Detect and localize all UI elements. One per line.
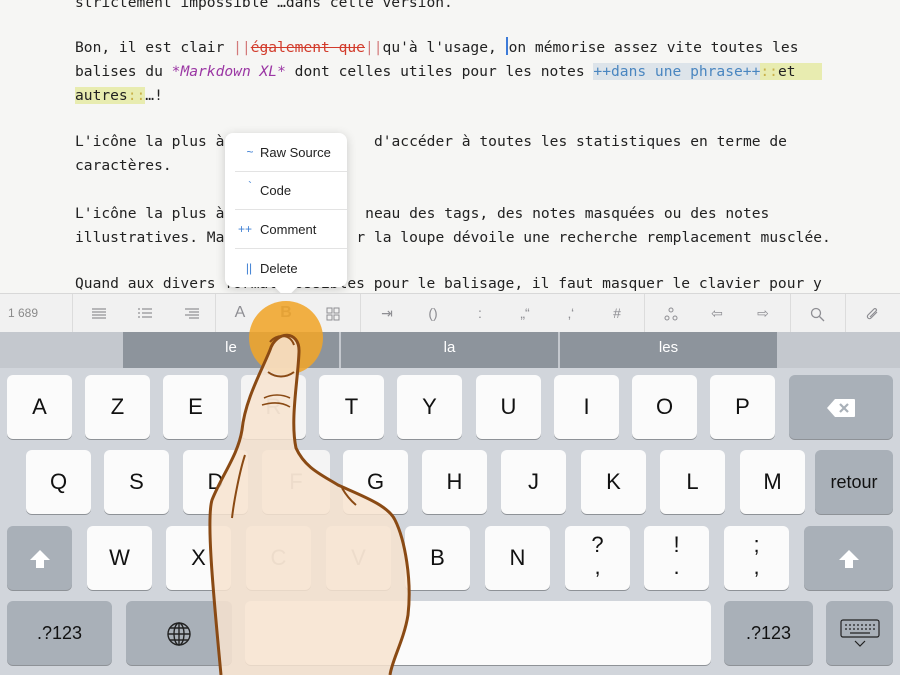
text-line: autres::…! xyxy=(75,87,163,104)
bold-icon[interactable]: B xyxy=(266,294,306,332)
shift-key-right[interactable] xyxy=(804,526,893,590)
keyboard: le la les A Z E R T Y U I O P Q S D F G … xyxy=(0,332,900,675)
hash-button[interactable]: # xyxy=(597,294,637,332)
menu-item-raw-source[interactable]: ~ Raw Source xyxy=(225,133,347,171)
editor-text-area[interactable]: strictement impossible …dans cette versi… xyxy=(0,0,900,293)
backtick-icon: ` xyxy=(248,179,252,193)
key-x[interactable]: X xyxy=(166,526,231,590)
word-count: 1 689 xyxy=(8,306,39,320)
text-line: L'icône la plus à neau des tags, des not… xyxy=(75,205,770,222)
shift-key-left[interactable] xyxy=(7,526,72,590)
arrow-left-icon[interactable]: ⇦ xyxy=(697,294,737,332)
parentheses-button[interactable]: () xyxy=(413,294,453,332)
key-t[interactable]: T xyxy=(319,375,384,439)
numbers-key-left[interactable]: .?123 xyxy=(7,601,112,665)
space-key[interactable] xyxy=(245,601,711,665)
font-size-icon[interactable]: A xyxy=(220,294,260,332)
key-c[interactable]: C xyxy=(246,526,311,590)
key-u[interactable]: U xyxy=(476,375,541,439)
menu-item-code[interactable]: ` Code xyxy=(225,171,347,209)
single-quote-button[interactable]: ‚‘ xyxy=(551,294,591,332)
backspace-icon xyxy=(827,399,855,418)
globe-icon xyxy=(167,622,191,646)
suggestion-item[interactable]: le xyxy=(123,332,339,368)
list-icon[interactable] xyxy=(125,294,165,332)
search-icon[interactable] xyxy=(797,294,837,332)
plus-plus-icon: ++ xyxy=(237,222,252,236)
key-z[interactable]: Z xyxy=(85,375,150,439)
text-line: Quand aux divers format possibles pour l… xyxy=(75,275,822,292)
keyboard-hide-icon xyxy=(839,619,880,648)
key-n[interactable]: N xyxy=(485,526,550,590)
key-s[interactable]: S xyxy=(104,450,169,514)
numbers-key-right[interactable]: .?123 xyxy=(724,601,813,665)
arrow-right-icon[interactable]: ⇨ xyxy=(743,294,783,332)
key-f[interactable]: F xyxy=(262,450,330,514)
key-j[interactable]: J xyxy=(501,450,566,514)
key-m[interactable]: M xyxy=(740,450,805,514)
text-line: Bon, il est clair ||également que||qu'à … xyxy=(75,37,799,56)
key-y[interactable]: Y xyxy=(397,375,462,439)
text-line: L'icône la plus à d'accéder à toutes les… xyxy=(75,133,787,150)
align-right-icon[interactable] xyxy=(172,294,212,332)
suggestion-item[interactable]: les xyxy=(560,332,777,368)
key-d[interactable]: D xyxy=(183,450,248,514)
suggestion-item[interactable]: la xyxy=(341,332,558,368)
key-l[interactable]: L xyxy=(660,450,725,514)
hide-keyboard-key[interactable] xyxy=(826,601,893,665)
key-q[interactable]: Q xyxy=(26,450,91,514)
return-key[interactable]: retour xyxy=(815,450,893,514)
key-p[interactable]: P xyxy=(710,375,775,439)
key-w[interactable]: W xyxy=(87,526,152,590)
backspace-key[interactable] xyxy=(789,375,893,439)
attachment-icon[interactable] xyxy=(852,294,892,332)
share-icon[interactable] xyxy=(651,294,691,332)
key-b[interactable]: B xyxy=(405,526,470,590)
markdown-toolbar: 1 689 A B ⇥ () : „“ ‚‘ # ⇦ ⇨ xyxy=(0,293,900,333)
text-line: caractères. xyxy=(75,157,172,174)
colon-button[interactable]: : xyxy=(460,294,500,332)
key-g[interactable]: G xyxy=(343,450,408,514)
shift-icon xyxy=(838,550,859,569)
text-line: balises du *Markdown XL* dont celles uti… xyxy=(75,60,822,84)
key-e[interactable]: E xyxy=(163,375,228,439)
grid-icon[interactable] xyxy=(313,294,353,332)
menu-item-delete[interactable]: || Delete xyxy=(225,249,347,287)
double-quote-button[interactable]: „“ xyxy=(505,294,545,332)
key-h[interactable]: H xyxy=(422,450,487,514)
key-r[interactable]: R xyxy=(241,375,306,439)
double-bar-icon: || xyxy=(245,261,253,275)
key-exclamation-period[interactable]: !. xyxy=(644,526,709,590)
suggestion-bar: le la les xyxy=(0,332,900,368)
text-line: strictement impossible …dans cette versi… xyxy=(75,0,453,11)
key-question-comma[interactable]: ?, xyxy=(565,526,630,590)
key-a[interactable]: A xyxy=(7,375,72,439)
globe-key[interactable] xyxy=(126,601,232,665)
text-line: illustratives. Ma r la loupe dévoile une … xyxy=(75,229,831,246)
key-k[interactable]: K xyxy=(581,450,646,514)
key-i[interactable]: I xyxy=(554,375,619,439)
shift-icon xyxy=(29,550,50,569)
key-semicolon[interactable]: ;, xyxy=(724,526,789,590)
key-v[interactable]: V xyxy=(326,526,391,590)
align-left-icon[interactable] xyxy=(79,294,119,332)
tab-indent-icon[interactable]: ⇥ xyxy=(367,294,407,332)
menu-item-comment[interactable]: ++ Comment xyxy=(225,210,347,248)
tilde-icon: ~ xyxy=(246,145,254,159)
key-o[interactable]: O xyxy=(632,375,697,439)
format-popup-menu: ~ Raw Source ` Code ++ Comment || Delete xyxy=(225,133,347,287)
text-cursor xyxy=(505,37,508,55)
